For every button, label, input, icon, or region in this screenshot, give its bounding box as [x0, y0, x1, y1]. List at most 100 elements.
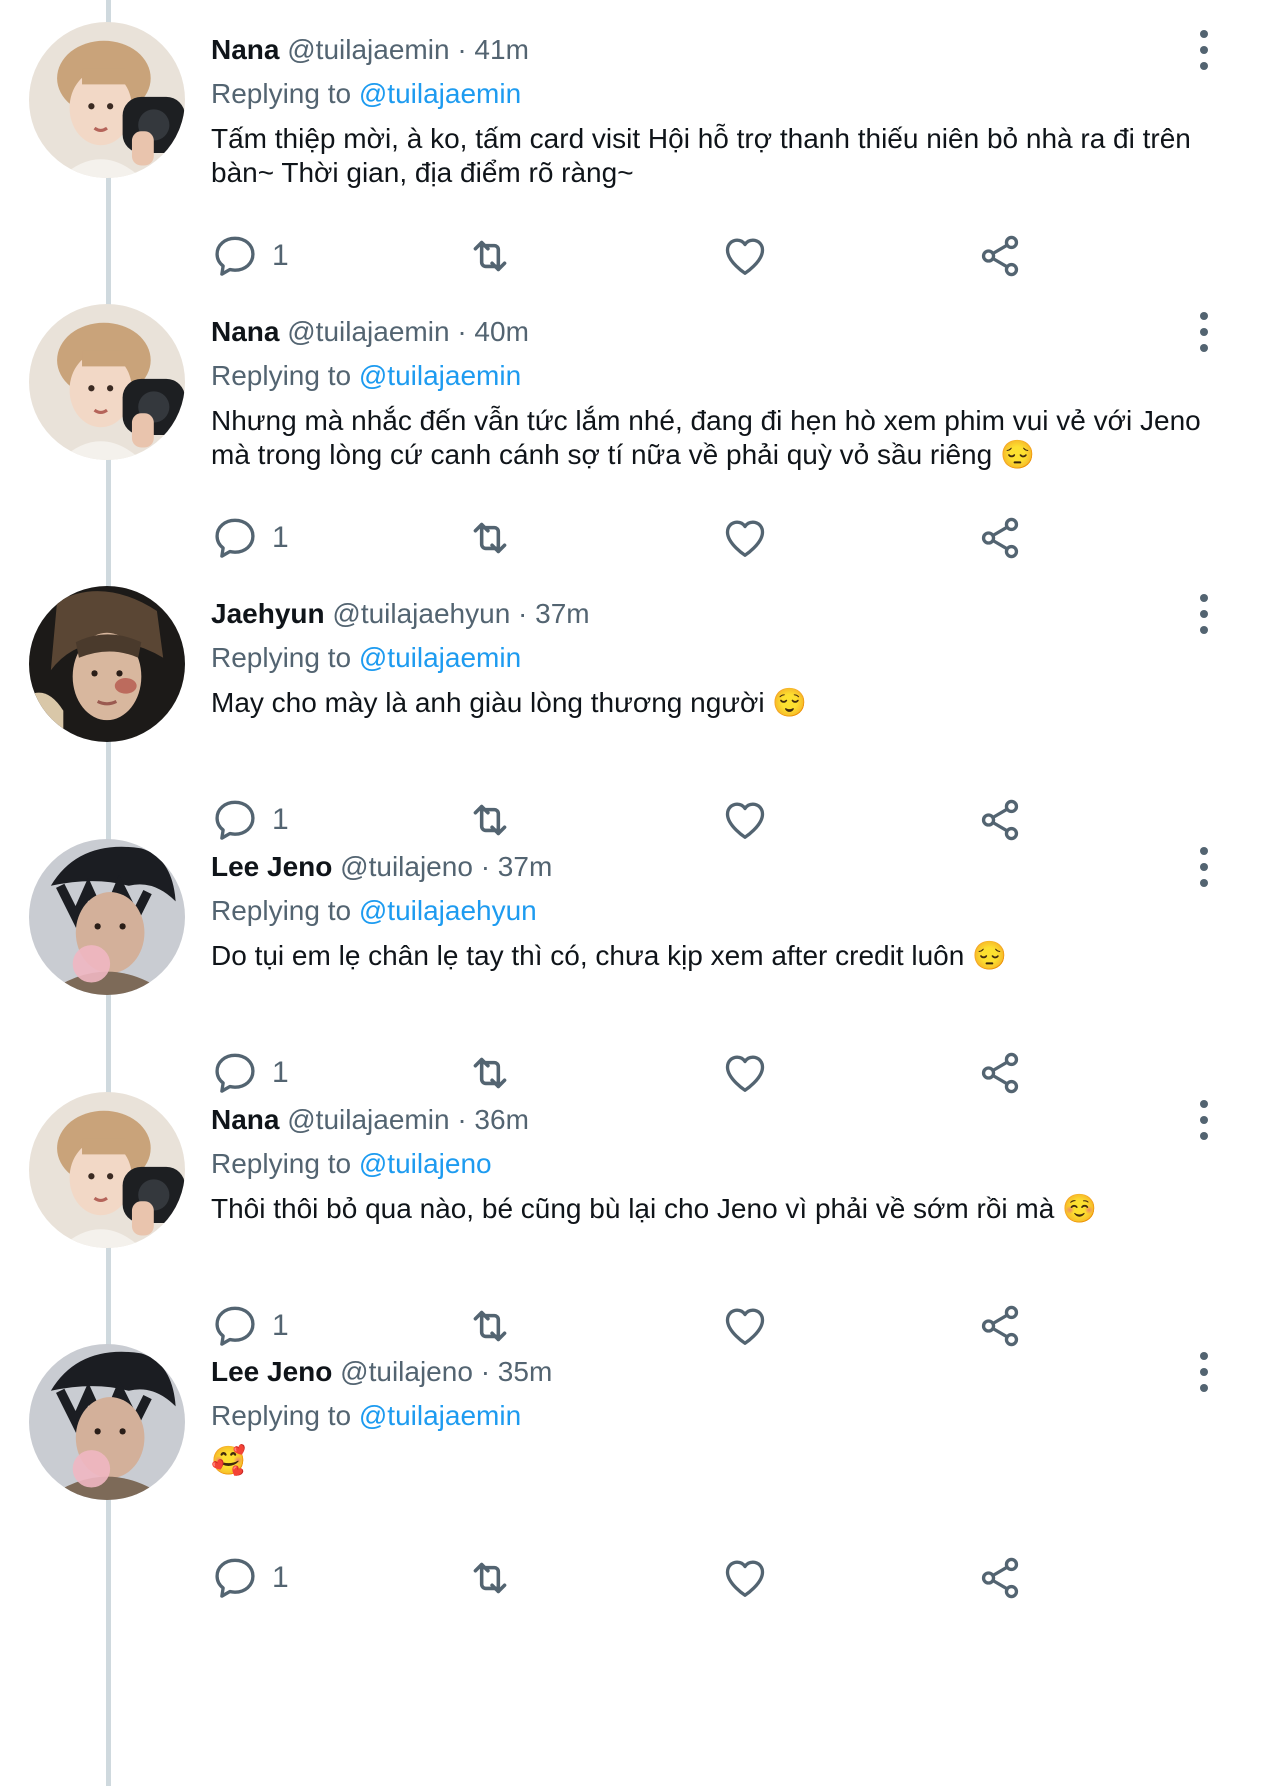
- tweet-header: Nana @tuilajaemin · 36m: [211, 1100, 529, 1140]
- replying-to-label: Replying to: [211, 1400, 352, 1431]
- retweet-button[interactable]: [465, 510, 515, 566]
- more-icon-dot: [1200, 879, 1208, 887]
- tweet-text: Nhưng mà nhắc đến vẫn tức lắm nhé, đang …: [211, 405, 1201, 470]
- like-button[interactable]: [720, 1550, 770, 1606]
- reply-count: 1: [272, 1561, 289, 1594]
- replying-to-handle[interactable]: @tuilajaehyun: [359, 895, 537, 926]
- tweet-header: Nana @tuilajaemin · 41m: [211, 30, 529, 70]
- tweet-text: 🥰: [211, 1445, 246, 1476]
- avatar-jaehyun[interactable]: [29, 586, 185, 742]
- tweet[interactable]: Lee Jeno @tuilajeno · 35m Replying to @t…: [0, 1322, 1284, 1610]
- more-icon: [1200, 847, 1208, 855]
- more-options-button[interactable]: [1186, 312, 1222, 352]
- retweet-icon: [473, 240, 507, 272]
- replying-to-label: Replying to: [211, 1148, 352, 1179]
- reply-button[interactable]: 1: [210, 228, 289, 284]
- like-icon: [725, 1560, 765, 1597]
- share-icon: [981, 517, 1019, 559]
- display-name[interactable]: Lee Jeno: [211, 851, 332, 882]
- retweet-button[interactable]: [465, 228, 515, 284]
- display-name[interactable]: Nana: [211, 34, 279, 65]
- timestamp[interactable]: 37m: [535, 598, 589, 629]
- more-icon-dot: [1200, 610, 1208, 618]
- timestamp[interactable]: 40m: [474, 316, 528, 347]
- tweet-actions: 1: [210, 228, 1030, 284]
- timestamp[interactable]: 36m: [474, 1104, 528, 1135]
- more-options-button[interactable]: [1186, 847, 1222, 887]
- replying-to-line: Replying to @tuilajaehyun: [211, 891, 537, 931]
- tweet-header: Lee Jeno @tuilajeno · 35m: [211, 1352, 552, 1392]
- reply-count: 1: [272, 239, 289, 272]
- avatar-jeno[interactable]: [29, 1344, 185, 1500]
- replying-to-label: Replying to: [211, 78, 352, 109]
- timestamp[interactable]: 37m: [498, 851, 552, 882]
- tweet[interactable]: Nana @tuilajaemin · 40m Replying to @tui…: [0, 282, 1284, 570]
- more-icon-dot: [1200, 1384, 1208, 1392]
- timestamp[interactable]: 35m: [498, 1356, 552, 1387]
- retweet-button[interactable]: [465, 1550, 515, 1606]
- tweet-actions: 1: [210, 1550, 1030, 1606]
- share-icon: [981, 235, 1019, 277]
- like-button[interactable]: [720, 228, 770, 284]
- tweet[interactable]: Nana @tuilajaemin · 36m Replying to @tui…: [0, 1070, 1284, 1358]
- like-icon: [725, 238, 765, 275]
- reply-icon: [215, 518, 255, 558]
- avatar-nana[interactable]: [29, 22, 185, 178]
- replying-to-handle[interactable]: @tuilajaemin: [359, 78, 521, 109]
- display-name[interactable]: Jaehyun: [211, 598, 325, 629]
- reply-icon: [215, 236, 255, 276]
- more-icon-dot: [1200, 626, 1208, 634]
- avatar-nana[interactable]: [29, 304, 185, 460]
- more-icon-dot: [1200, 328, 1208, 336]
- share-icon: [981, 1557, 1019, 1599]
- more-icon: [1200, 30, 1208, 38]
- share-button[interactable]: [975, 228, 1025, 284]
- reply-count: 1: [272, 521, 289, 554]
- display-name[interactable]: Nana: [211, 1104, 279, 1135]
- reply-button[interactable]: 1: [210, 510, 289, 566]
- like-button[interactable]: [720, 510, 770, 566]
- user-handle[interactable]: @tuilajaemin: [287, 316, 449, 347]
- replying-to-line: Replying to @tuilajaemin: [211, 356, 521, 396]
- tweet-header: Jaehyun @tuilajaehyun · 37m: [211, 594, 590, 634]
- replying-to-handle[interactable]: @tuilajaemin: [359, 642, 521, 673]
- tweet-text: Do tụi em lẹ chân lẹ tay thì có, chưa kị…: [211, 940, 1007, 971]
- avatar-nana[interactable]: [29, 1092, 185, 1248]
- replying-to-label: Replying to: [211, 360, 352, 391]
- timestamp[interactable]: 41m: [474, 34, 528, 65]
- more-options-button[interactable]: [1186, 1100, 1222, 1140]
- display-name[interactable]: Nana: [211, 316, 279, 347]
- more-options-button[interactable]: [1186, 30, 1222, 70]
- share-button[interactable]: [975, 510, 1025, 566]
- more-options-button[interactable]: [1186, 1352, 1222, 1392]
- display-name[interactable]: Lee Jeno: [211, 1356, 332, 1387]
- user-handle[interactable]: @tuilajaemin: [287, 34, 449, 65]
- user-handle[interactable]: @tuilajaehyun: [332, 598, 510, 629]
- tweet-text: May cho mày là anh giàu lòng thương ngườ…: [211, 687, 808, 718]
- like-icon: [725, 520, 765, 557]
- more-icon-dot: [1200, 1368, 1208, 1376]
- tweet[interactable]: Nana @tuilajaemin · 41m Replying to @tui…: [0, 0, 1284, 288]
- retweet-icon: [473, 1562, 507, 1594]
- tweet-text: Thôi thôi bỏ qua nào, bé cũng bù lại cho…: [211, 1193, 1097, 1224]
- tweet[interactable]: Jaehyun @tuilajaehyun · 37m Replying to …: [0, 564, 1284, 852]
- more-options-button[interactable]: [1186, 594, 1222, 634]
- more-icon-dot: [1200, 1132, 1208, 1140]
- user-handle[interactable]: @tuilajeno: [340, 1356, 473, 1387]
- replying-to-line: Replying to @tuilajaemin: [211, 1396, 521, 1436]
- user-handle[interactable]: @tuilajaemin: [287, 1104, 449, 1135]
- replying-to-handle[interactable]: @tuilajeno: [359, 1148, 492, 1179]
- replying-to-handle[interactable]: @tuilajaemin: [359, 360, 521, 391]
- more-icon-dot: [1200, 46, 1208, 54]
- replying-to-line: Replying to @tuilajeno: [211, 1144, 492, 1184]
- avatar-jeno[interactable]: [29, 839, 185, 995]
- tweet-header: Nana @tuilajaemin · 40m: [211, 312, 529, 352]
- replying-to-label: Replying to: [211, 642, 352, 673]
- user-handle[interactable]: @tuilajeno: [340, 851, 473, 882]
- more-icon: [1200, 594, 1208, 602]
- reply-icon: [215, 1558, 255, 1598]
- tweet[interactable]: Lee Jeno @tuilajeno · 37m Replying to @t…: [0, 817, 1284, 1105]
- replying-to-handle[interactable]: @tuilajaemin: [359, 1400, 521, 1431]
- share-button[interactable]: [975, 1550, 1025, 1606]
- reply-button[interactable]: 1: [210, 1550, 289, 1606]
